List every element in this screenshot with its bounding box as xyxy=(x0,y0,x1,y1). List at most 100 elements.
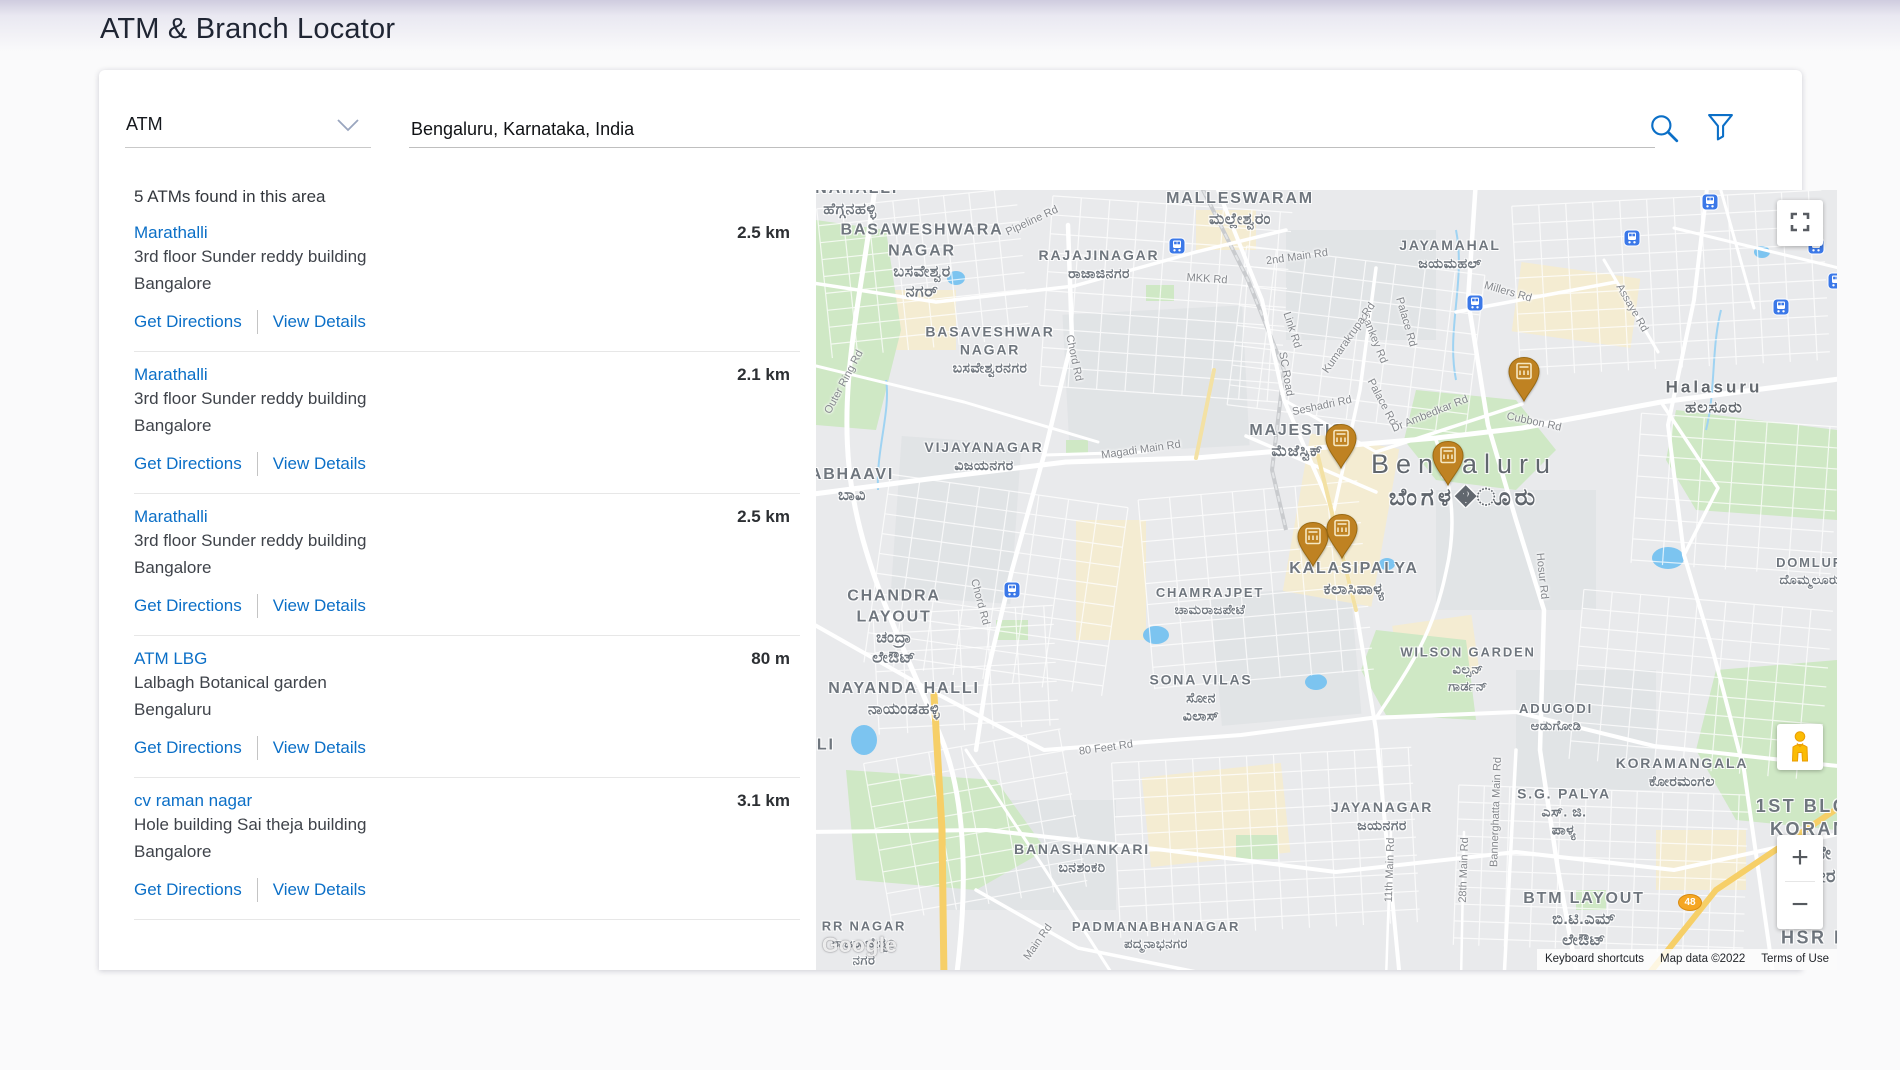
atm-address-line1: 3rd floor Sunder reddy building xyxy=(134,527,790,554)
google-watermark: Google xyxy=(822,934,897,958)
terms-of-use-link[interactable]: Terms of Use xyxy=(1753,949,1837,970)
item-divider xyxy=(134,919,800,920)
atm-name-link[interactable]: ATM LBG xyxy=(134,649,207,669)
atm-result-item: Marathalli 2.1 km 3rd floor Sunder reddy… xyxy=(134,365,790,494)
map-area-label: PADMANABHANAGARಪದ್ಮನಾಭನಗರ xyxy=(1072,919,1240,953)
map-area-label: ANAHALLIಹೆಗ್ಗನಹಳ್ಳಿ xyxy=(816,190,898,221)
results-list: Marathalli 2.5 km 3rd floor Sunder reddy… xyxy=(134,223,790,920)
pegman-icon xyxy=(1787,730,1813,765)
transit-station-icon xyxy=(1702,194,1719,211)
map-area-label: BASAWESHWARANAGARಬಸವೇಶ್ವರನಗರ್ xyxy=(841,220,1004,303)
filter-icon xyxy=(1707,130,1734,145)
atm-address-line1: 3rd floor Sunder reddy building xyxy=(134,243,790,270)
atm-name-link[interactable]: Marathalli xyxy=(134,507,208,527)
map-area-label: NAYANDA HALLIನಾಯಂಡಹಳ್ಳಿ xyxy=(828,679,979,721)
locator-card: ATM 5 ATMs found in this area Marathalli… xyxy=(99,70,1802,970)
get-directions-link[interactable]: Get Directions xyxy=(134,738,242,758)
filter-button[interactable] xyxy=(1703,112,1737,146)
get-directions-link[interactable]: Get Directions xyxy=(134,454,242,474)
location-type-value: ATM xyxy=(126,114,163,135)
view-details-link[interactable]: View Details xyxy=(273,312,366,332)
location-type-select[interactable]: ATM xyxy=(125,106,371,148)
map-road-label: 28th Main Rd xyxy=(1457,837,1471,903)
map-area-label: BANASHANKARIಬನಶಂಕರಿ xyxy=(1014,840,1150,876)
map-fullscreen-button[interactable] xyxy=(1777,200,1823,246)
map-area-label: BASAVESHWARNAGARಬಸವೇಶ್ವರನಗರ xyxy=(925,323,1054,378)
atm-address-line2: Bangalore xyxy=(134,270,790,297)
atm-name-link[interactable]: cv raman nagar xyxy=(134,791,252,811)
link-separator xyxy=(257,594,258,618)
map-area-label: BTM LAYOUTಬಿ.ಟಿ.ಎಮ್ಲೇಔಟ್ xyxy=(1523,889,1644,951)
location-search-input[interactable] xyxy=(409,106,1655,148)
map-area-label: ADUGODIಆಡುಗೋಡಿ xyxy=(1519,701,1593,735)
search-icon xyxy=(1648,132,1680,147)
atm-map-pin[interactable] xyxy=(1506,356,1542,402)
get-directions-link[interactable]: Get Directions xyxy=(134,596,242,616)
atm-address-line2: Bengaluru xyxy=(134,696,790,723)
map-area-label: JAYAMAHALಜಯಮಹಲ್ xyxy=(1399,236,1501,272)
map-area-label: MALLESWARAMಮಲ್ಲೇಶ್ವರಂ xyxy=(1166,190,1314,231)
map-area-label: DOMLURದೊಮ್ಮಲೂರು xyxy=(1776,555,1837,589)
atm-distance: 80 m xyxy=(751,649,790,669)
map-area-label: ABHAAVIಬಾವಿ xyxy=(816,465,894,507)
atm-map-pin[interactable] xyxy=(1324,513,1360,559)
view-details-link[interactable]: View Details xyxy=(273,738,366,758)
atm-address-line2: Bangalore xyxy=(134,554,790,581)
map-attribution: Keyboard shortcuts Map data ©2022 Terms … xyxy=(1537,949,1837,970)
map-area-label: CHANDRALAYOUTಚಂದ್ರಾಲೇಔಟ್ xyxy=(847,586,940,669)
view-details-link[interactable]: View Details xyxy=(273,880,366,900)
atm-address-line1: Hole building Sai theja building xyxy=(134,811,790,838)
atm-name-link[interactable]: Marathalli xyxy=(134,223,208,243)
atm-result-item: Marathalli 2.5 km 3rd floor Sunder reddy… xyxy=(134,223,790,352)
map-canvas[interactable]: ANAHALLIಹೆಗ್ಗನಹಳ್ಳಿ MALLESWARAMಮಲ್ಲೇಶ್ವರಂ… xyxy=(816,190,1837,970)
transit-station-icon xyxy=(1828,273,1838,290)
get-directions-link[interactable]: Get Directions xyxy=(134,312,242,332)
zoom-out-button[interactable]: − xyxy=(1777,882,1823,928)
zoom-in-button[interactable]: + xyxy=(1777,835,1823,881)
map-area-label: KORAMANGALAಕೋರಮಂಗಲ xyxy=(1616,754,1749,790)
map-area-label: CHAMRAJPETಚಾಮರಾಜಪೇಟೆ xyxy=(1156,585,1264,619)
atm-result-item: ATM LBG 80 m Lalbagh Botanical garden Be… xyxy=(134,649,790,778)
map-road-label: 11th Main Rd xyxy=(1383,838,1397,903)
map-area-label: HSR LA xyxy=(1781,926,1837,949)
map-zoom-control: + − xyxy=(1777,835,1823,929)
highway-shield: 48 xyxy=(1678,894,1702,911)
page-title: ATM & Branch Locator xyxy=(100,13,395,46)
atm-address-line1: 3rd floor Sunder reddy building xyxy=(134,385,790,412)
map-area-label: LLI xyxy=(816,736,835,757)
item-divider xyxy=(134,493,800,494)
atm-distance: 2.1 km xyxy=(737,365,790,385)
transit-station-icon xyxy=(1773,299,1790,316)
atm-name-link[interactable]: Marathalli xyxy=(134,365,208,385)
atm-result-item: cv raman nagar 3.1 km Hole building Sai … xyxy=(134,791,790,920)
atm-address-line1: Lalbagh Botanical garden xyxy=(134,669,790,696)
map-area-label: SONA VILASಸೋನವಿಲಾಸ್ xyxy=(1149,671,1252,726)
results-count: 5 ATMs found in this area xyxy=(134,187,790,207)
atm-address-line2: Bangalore xyxy=(134,412,790,439)
transit-station-icon xyxy=(1467,295,1484,312)
map-area-label: WILSON GARDENವಿಲ್ಸನ್ಗಾರ್ಡನ್ xyxy=(1400,645,1535,696)
results-panel: 5 ATMs found in this area Marathalli 2.5… xyxy=(99,165,816,970)
transit-station-icon xyxy=(1624,230,1641,247)
view-details-link[interactable]: View Details xyxy=(273,454,366,474)
street-view-pegman-button[interactable] xyxy=(1777,724,1823,770)
item-divider xyxy=(134,635,800,636)
search-bar: ATM xyxy=(99,70,1802,165)
atm-distance: 2.5 km xyxy=(737,223,790,243)
map-area-label: JAYANAGARಜಯನಗರ xyxy=(1331,798,1433,834)
atm-map-pin[interactable] xyxy=(1323,423,1359,469)
map-data-label: Map data ©2022 xyxy=(1652,949,1753,970)
map-area-label: Halasuruಹಲಸೂರು xyxy=(1666,377,1763,420)
keyboard-shortcuts-link[interactable]: Keyboard shortcuts xyxy=(1537,949,1652,970)
atm-distance: 3.1 km xyxy=(737,791,790,811)
map-area-label: RAJAJINAGARರಾಜಾಜಿನಗರ xyxy=(1039,246,1160,282)
atm-result-item: Marathalli 2.5 km 3rd floor Sunder reddy… xyxy=(134,507,790,636)
atm-map-pin[interactable] xyxy=(1430,440,1466,486)
link-separator xyxy=(257,878,258,902)
view-details-link[interactable]: View Details xyxy=(273,596,366,616)
search-button[interactable] xyxy=(1647,112,1681,146)
transit-station-icon xyxy=(1169,238,1186,255)
get-directions-link[interactable]: Get Directions xyxy=(134,880,242,900)
link-separator xyxy=(257,736,258,760)
item-divider xyxy=(134,777,800,778)
